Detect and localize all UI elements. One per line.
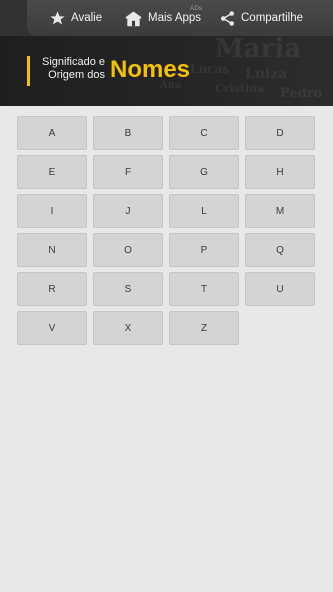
letter-button-o[interactable]: O — [93, 233, 163, 267]
letter-button-t[interactable]: T — [169, 272, 239, 306]
letter-button-q[interactable]: Q — [245, 233, 315, 267]
letter-button-v[interactable]: V — [17, 311, 87, 345]
title-main: Nomes — [110, 56, 191, 83]
header-banner: Maria Lucas Luiza Cristina Pedro Ana Sig… — [0, 36, 333, 106]
top-toolbar: Avalie Mais Apps ADs Compartilhe — [0, 0, 333, 36]
letter-button-d[interactable]: D — [245, 116, 315, 150]
letter-button-p[interactable]: P — [169, 233, 239, 267]
title-line-1: Significado e — [42, 56, 105, 68]
letter-button-u[interactable]: U — [245, 272, 315, 306]
more-apps-label: Mais Apps — [148, 12, 202, 24]
letter-button-m[interactable]: M — [245, 194, 315, 228]
title-accent-bar — [27, 56, 30, 86]
rate-label: Avalie — [71, 12, 103, 24]
letter-button-c[interactable]: C — [169, 116, 239, 150]
letter-button-f[interactable]: F — [93, 155, 163, 189]
letter-button-j[interactable]: J — [93, 194, 163, 228]
share-label: Compartilhe — [241, 12, 303, 24]
letter-button-i[interactable]: I — [17, 194, 87, 228]
star-icon — [49, 10, 66, 27]
title-subtitle: Significado e Origem dos — [39, 56, 105, 82]
letter-button-g[interactable]: G — [169, 155, 239, 189]
letter-button-x[interactable]: X — [93, 311, 163, 345]
letter-button-a[interactable]: A — [17, 116, 87, 150]
letter-button-l[interactable]: L — [169, 194, 239, 228]
letter-button-z[interactable]: Z — [169, 311, 239, 345]
letter-button-b[interactable]: B — [93, 116, 163, 150]
store-icon — [124, 10, 143, 27]
letter-button-h[interactable]: H — [245, 155, 315, 189]
share-button[interactable]: Compartilhe — [219, 0, 303, 36]
share-icon — [219, 10, 236, 27]
letter-button-r[interactable]: R — [17, 272, 87, 306]
letter-button-e[interactable]: E — [17, 155, 87, 189]
letter-grid: ABCD EFGH IJLM NOPQ RSTU VXZ — [17, 116, 315, 345]
letter-button-n[interactable]: N — [17, 233, 87, 267]
letter-button-s[interactable]: S — [93, 272, 163, 306]
ads-badge: ADs — [190, 5, 203, 12]
title-line-2: Origem dos — [48, 69, 105, 81]
rate-button[interactable]: Avalie — [49, 0, 102, 36]
